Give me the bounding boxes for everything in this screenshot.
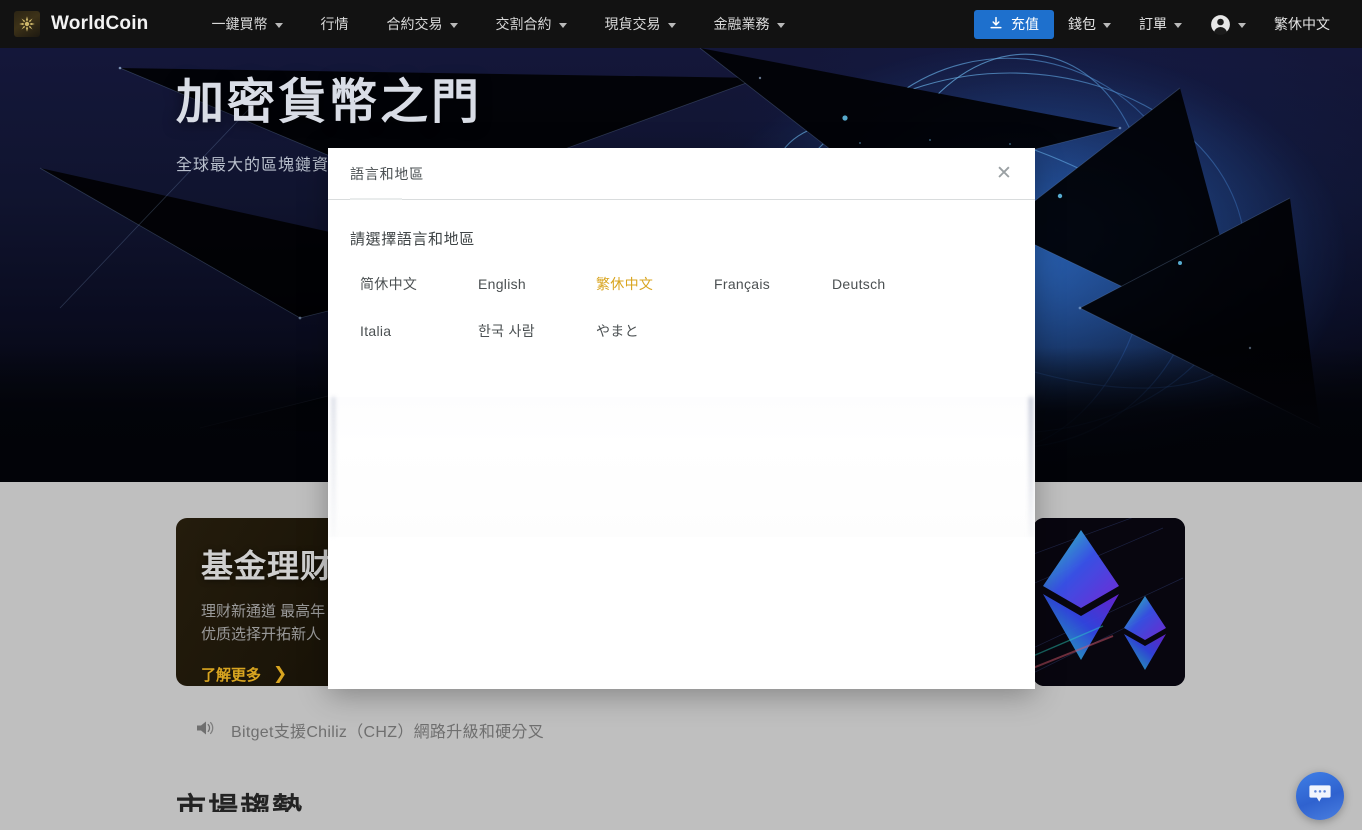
language-option-german[interactable]: Deutsch <box>832 273 950 295</box>
language-option-traditional-chinese[interactable]: 繁休中文 <box>596 273 714 295</box>
language-option-english[interactable]: English <box>478 273 596 295</box>
dialog-blurred-region <box>328 397 1035 537</box>
dialog-title: 語言和地區 <box>350 165 424 182</box>
language-grid: 简休中文 English 繁休中文 Français Deutsch Itali… <box>360 273 980 342</box>
language-option-french[interactable]: Français <box>714 273 832 295</box>
dialog-header: 語言和地區 ✕ <box>328 148 1035 200</box>
language-region-dialog: 語言和地區 ✕ 請選擇語言和地區 简休中文 English 繁休中文 Franç… <box>328 148 1035 689</box>
close-icon[interactable]: ✕ <box>993 163 1015 185</box>
language-option-korean[interactable]: 한국 사람 <box>478 320 596 342</box>
language-option-simplified-chinese[interactable]: 简休中文 <box>360 273 478 295</box>
chat-bubble-icon <box>1308 783 1332 810</box>
language-option-japanese[interactable]: やまと <box>596 320 714 342</box>
chat-support-button[interactable] <box>1296 772 1344 820</box>
choose-language-label: 請選擇語言和地區 <box>350 231 475 248</box>
dialog-body: 請選擇語言和地區 简休中文 English 繁休中文 Français Deut… <box>328 200 1035 689</box>
language-option-italian[interactable]: Italia <box>360 320 478 342</box>
page-root: WorldCoin 一鍵買幣 行情 合約交易 交割合約 現貨交易 金融業務 充值… <box>0 0 1362 830</box>
modal-overlay: 語言和地區 ✕ 請選擇語言和地區 简休中文 English 繁休中文 Franç… <box>0 0 1362 830</box>
